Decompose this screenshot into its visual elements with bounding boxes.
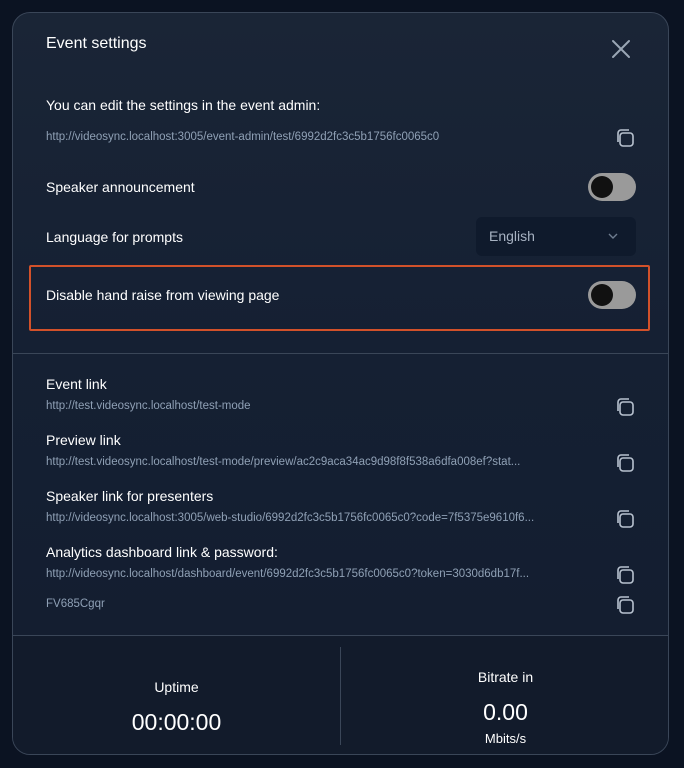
- toggle-knob: [591, 176, 613, 198]
- copy-admin-url-icon[interactable]: [614, 127, 636, 149]
- preview-link-label: Preview link: [46, 432, 121, 448]
- disable-hand-raise-label: Disable hand raise from viewing page: [46, 287, 280, 303]
- analytics-password[interactable]: FV685Cgqr: [46, 598, 246, 610]
- speaker-link-url[interactable]: http://videosync.localhost:3005/web-stud…: [46, 512, 586, 524]
- language-select[interactable]: English: [476, 217, 636, 256]
- copy-analytics-link-icon[interactable]: [614, 564, 636, 586]
- preview-link-url[interactable]: http://test.videosync.localhost/test-mod…: [46, 456, 586, 468]
- toggle-knob: [591, 284, 613, 306]
- close-icon[interactable]: [611, 39, 631, 59]
- event-link-url[interactable]: http://test.videosync.localhost/test-mod…: [46, 400, 586, 412]
- admin-hint-text: You can edit the settings in the event a…: [46, 97, 321, 113]
- copy-preview-link-icon[interactable]: [614, 452, 636, 474]
- analytics-link-label: Analytics dashboard link & password:: [46, 544, 278, 560]
- speaker-link-label: Speaker link for presenters: [46, 488, 214, 504]
- language-selected-value: English: [489, 228, 535, 244]
- modal-title: Event settings: [46, 35, 147, 52]
- bitrate-label: Bitrate in: [477, 669, 534, 685]
- event-link-label: Event link: [46, 376, 107, 392]
- bitrate-unit: Mbits/s: [484, 731, 527, 746]
- copy-password-icon[interactable]: [614, 594, 636, 616]
- language-label: Language for prompts: [46, 229, 183, 245]
- uptime-value: 00:00:00: [131, 709, 222, 735]
- chevron-down-icon: [608, 233, 618, 239]
- stats-panel: Uptime 00:00:00 Bitrate in 0.00 Mbits/s: [13, 635, 668, 754]
- speaker-announcement-label: Speaker announcement: [46, 179, 195, 195]
- section-divider: [13, 353, 668, 354]
- analytics-link-url[interactable]: http://videosync.localhost/dashboard/eve…: [46, 568, 586, 580]
- copy-speaker-link-icon[interactable]: [614, 508, 636, 530]
- disable-hand-raise-toggle[interactable]: [588, 281, 636, 309]
- admin-url-link[interactable]: http://videosync.localhost:3005/event-ad…: [46, 131, 586, 143]
- event-settings-modal: Event settings You can edit the settings…: [12, 12, 669, 755]
- stats-divider: [13, 635, 668, 636]
- copy-event-link-icon[interactable]: [614, 396, 636, 418]
- uptime-label: Uptime: [154, 679, 199, 695]
- speaker-announcement-toggle[interactable]: [588, 173, 636, 201]
- bitrate-value: 0.00: [483, 699, 528, 725]
